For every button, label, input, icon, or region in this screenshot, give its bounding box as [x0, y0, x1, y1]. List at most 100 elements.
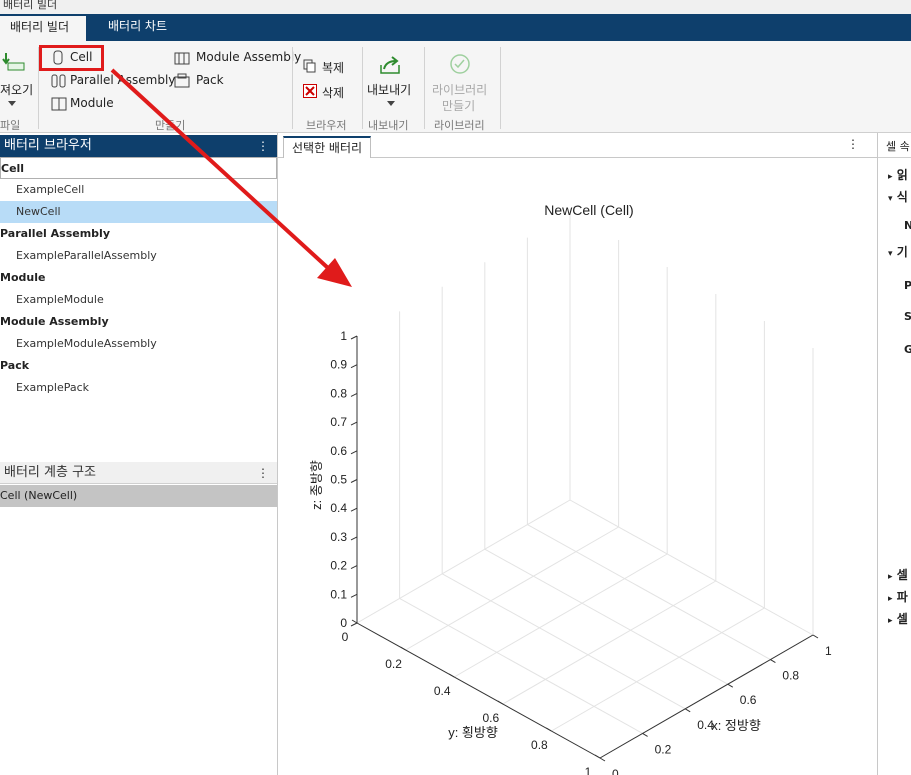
toolstrip: 져오기 파일 Cell Parallel Assembly Module Mod… [0, 41, 911, 133]
hierarchy-item[interactable]: Cell (NewCell) [0, 485, 277, 507]
z-tick [350, 507, 358, 512]
y-tick [400, 646, 406, 651]
x-tick [770, 659, 776, 664]
z-tick-label: 0.4 [330, 501, 347, 515]
chevron-down-icon[interactable] [387, 101, 395, 107]
grid-line [569, 499, 814, 636]
export-button[interactable]: 내보내기 [367, 81, 411, 98]
section-identity[interactable]: ▾ 식 [888, 188, 908, 205]
parallel-assembly-button[interactable]: Parallel Assembly [70, 73, 175, 87]
tree-group[interactable]: Parallel Assembly [0, 223, 277, 245]
battery-browser-title: 배터리 브라우저 [4, 138, 92, 153]
chevron-down-icon[interactable] [8, 101, 16, 107]
create-library-label-2: 만들기 [442, 99, 476, 113]
pack-button[interactable]: Pack [196, 73, 224, 87]
z-tick [350, 593, 358, 598]
grid-line [551, 607, 765, 732]
z-tick-label: 0.1 [330, 587, 347, 601]
tree-group[interactable]: Cell [0, 157, 277, 179]
export-section-label: 내보내기 [368, 119, 409, 132]
library-section-label: 라이브러리 [434, 119, 485, 132]
x-tick-label: 0 [612, 767, 619, 775]
section-file[interactable]: ▸ 파 [888, 588, 908, 605]
y-tick-label: 0.6 [482, 711, 499, 725]
ribbon-separator [424, 47, 425, 129]
delete-button[interactable]: 삭제 [322, 84, 344, 101]
x-tick [727, 683, 734, 688]
grid-line [527, 524, 771, 661]
grid-line [484, 548, 729, 685]
battery-hierarchy-header: 배터리 계층 구조 ⋮ [0, 462, 277, 484]
tree-group[interactable]: Module Assembly [0, 311, 277, 333]
z-tick-label: 0.6 [330, 444, 347, 458]
section-read[interactable]: ▸ 읽 [888, 166, 908, 183]
tree-item[interactable]: NewCell [0, 201, 277, 223]
battery-browser-header: 배터리 브라우저 ⋮ [0, 135, 277, 157]
tab-battery-chart[interactable]: 배터리 차트 [98, 14, 177, 41]
section-geometry[interactable]: ▾ 기 [888, 243, 908, 260]
z-tick [350, 421, 358, 426]
tree-group[interactable]: Pack [0, 355, 277, 377]
y-axis-label: y: 횡방향 [448, 725, 498, 740]
z-tick-label: 0.3 [330, 530, 347, 544]
y-tick [594, 754, 601, 759]
cell-properties-title: 셀 속 [886, 140, 910, 153]
z-tick-label: 0.8 [330, 386, 347, 400]
x-tick [642, 732, 648, 737]
z-tick-label: 1 [340, 329, 347, 343]
module-button[interactable]: Module [70, 96, 114, 110]
z-tick [350, 565, 358, 570]
grid-line [453, 553, 668, 678]
module-assembly-icon [174, 52, 190, 65]
z-tick-label: 0.5 [330, 473, 347, 487]
z-tick-label: 0.7 [330, 415, 347, 429]
pack-icon [174, 73, 190, 88]
battery-hierarchy-title: 배터리 계층 구조 [4, 465, 96, 480]
hierarchy-empty-area [0, 507, 277, 775]
create-section-label: 만들기 [155, 119, 186, 132]
kebab-menu-icon[interactable]: ⋮ [257, 462, 269, 484]
y-tick-label: 0.2 [385, 657, 402, 671]
module-assembly-button[interactable]: Module Assembly [196, 50, 301, 64]
kebab-menu-icon[interactable]: ⋮ [257, 135, 269, 157]
prop-p: P [904, 279, 911, 292]
x-axis-label: x: 정방향 [711, 718, 761, 733]
tree-item[interactable]: ExampleCell [0, 179, 277, 201]
tree-item[interactable]: ExampleModule [0, 289, 277, 311]
app-tab-bar: 배터리 빌더 배터리 차트 [0, 14, 911, 41]
tree-item[interactable]: ExampleParallelAssembly [0, 245, 277, 267]
tree-item[interactable]: ExamplePack [0, 377, 277, 399]
create-library-button[interactable]: 라이브러리 [432, 81, 487, 98]
section-cell-2[interactable]: ▸ 셀 [888, 610, 908, 627]
battery-3d-plot: 0 0.1 0.2 0.3 0.4 0.5 0.6 0.7 0.8 0.9 1 0 0.2 0.4 0.6 0… [309, 202, 832, 775]
z-tick [350, 335, 358, 340]
tree-group[interactable]: Module [0, 267, 277, 289]
section-cell-1[interactable]: ▸ 셀 [888, 566, 908, 583]
prop-g: G [904, 343, 911, 356]
grid-line [502, 580, 717, 705]
tree-item[interactable]: ExampleModuleAssembly [0, 333, 277, 355]
z-tick [350, 536, 358, 541]
parallel-assembly-icon [51, 74, 66, 88]
check-circle-icon [450, 54, 470, 74]
prop-n: N [904, 219, 911, 232]
copy-button[interactable]: 복제 [322, 59, 344, 76]
z-tick-label: 0.9 [330, 358, 347, 372]
copy-icon [303, 59, 316, 73]
z-tick [350, 622, 358, 627]
y-tick-label: 0 [342, 630, 349, 644]
import-button[interactable]: 져오기 [0, 81, 33, 98]
x-tick [599, 757, 606, 762]
ribbon-separator [500, 47, 501, 129]
cell-button[interactable]: Cell [70, 50, 92, 64]
window-title: 배터리 빌더 [3, 0, 58, 11]
x-tick-label: 1 [825, 644, 832, 658]
grid-line [441, 573, 686, 710]
file-section-label: 파일 [0, 119, 21, 132]
grid-line [399, 597, 643, 734]
y-tick [448, 673, 455, 678]
tab-battery-builder[interactable]: 배터리 빌더 [0, 14, 86, 41]
import-icon[interactable] [2, 51, 26, 73]
z-axis-label: z: 종방향 [309, 460, 324, 510]
export-icon[interactable] [378, 53, 404, 77]
